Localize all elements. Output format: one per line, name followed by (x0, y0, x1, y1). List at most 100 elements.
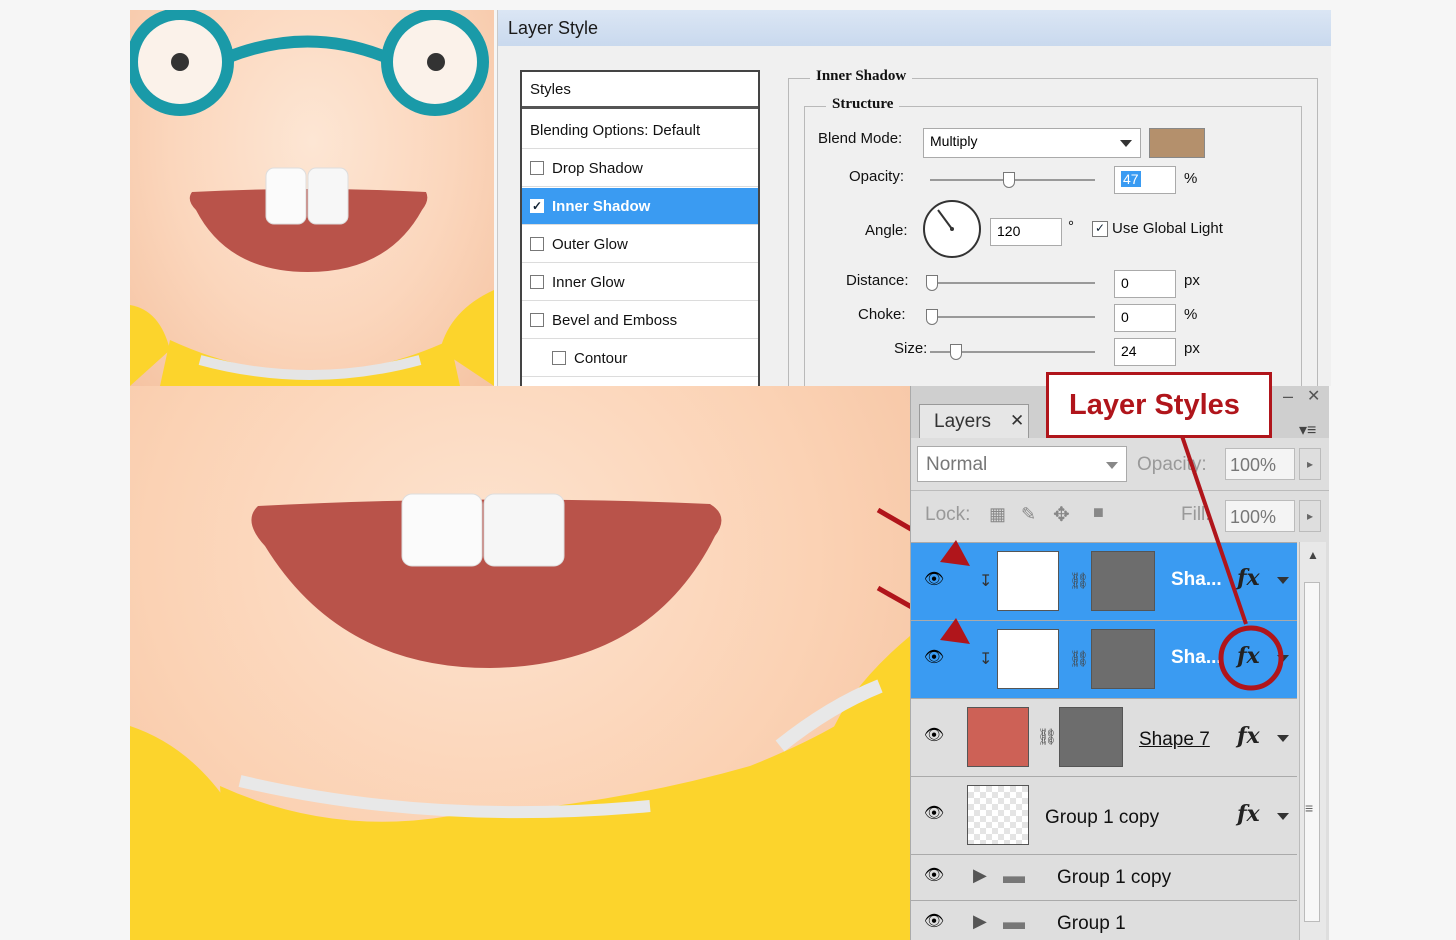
style-drop-shadow[interactable]: Drop Shadow (522, 150, 758, 187)
layer-row[interactable]: 👁 Group 1 copy fx (911, 776, 1297, 854)
tooth-right (307, 167, 349, 225)
callout-text: Layer Styles (1069, 389, 1240, 421)
fx-icon[interactable]: fx (1237, 723, 1260, 749)
opacity-input[interactable]: 47 (1114, 166, 1176, 194)
fill-flyout-arrow-icon[interactable]: ▸ (1299, 500, 1321, 532)
scroll-up-arrow-icon[interactable]: ▲ (1307, 548, 1319, 562)
size-slider-thumb[interactable] (950, 344, 962, 360)
angle-input[interactable]: 120 (990, 218, 1062, 246)
expand-triangle-icon[interactable]: ▶ (973, 865, 987, 886)
lock-all-icon[interactable]: ■ (1093, 502, 1104, 523)
expand-triangle-icon[interactable]: ▶ (973, 911, 987, 932)
blend-mode-select[interactable]: Multiply (923, 128, 1141, 158)
link-chain-icon[interactable]: ⛓ (1069, 649, 1089, 669)
layer-name[interactable]: Group 1 (1057, 913, 1126, 935)
layer-thumbnail[interactable] (967, 707, 1029, 767)
minimize-icon[interactable]: – (1283, 386, 1293, 407)
glasses-bridge (223, 35, 391, 64)
style-outer-glow[interactable]: Outer Glow (522, 226, 758, 263)
tooth-right-zoomed (483, 493, 565, 567)
layer-blend-mode-select[interactable]: Normal (917, 446, 1127, 482)
visibility-eye-icon[interactable]: 👁 (921, 805, 947, 823)
layer-thumbnail[interactable] (997, 551, 1059, 611)
style-bevel-emboss[interactable]: Bevel and Emboss (522, 302, 758, 339)
style-inner-glow[interactable]: Inner Glow (522, 264, 758, 301)
lock-position-icon[interactable]: ✥ (1053, 502, 1070, 527)
layer-name[interactable]: Group 1 copy (1045, 807, 1159, 829)
choke-slider-track[interactable] (930, 316, 1095, 318)
layer-mask-thumbnail[interactable] (1091, 629, 1155, 689)
distance-unit: px (1184, 272, 1200, 289)
link-chain-icon[interactable]: ⛓ (1069, 571, 1089, 591)
visibility-eye-icon[interactable]: 👁 (921, 867, 947, 885)
collar-trim-zoomed (238, 775, 651, 819)
close-icon[interactable]: ✕ (1010, 411, 1024, 431)
use-global-light[interactable]: ✓ Use Global Light (1092, 220, 1223, 237)
distance-slider-thumb[interactable] (926, 275, 938, 291)
use-global-light-checkbox[interactable]: ✓ (1092, 220, 1108, 237)
callout-pointer-line (1180, 436, 1284, 691)
scrollbar-thumb[interactable] (1304, 582, 1320, 922)
panel-menu-icon[interactable]: ▾≡ (1299, 420, 1316, 440)
visibility-eye-icon[interactable]: 👁 (921, 913, 947, 931)
layer-mask-thumbnail[interactable] (1059, 707, 1123, 767)
eye-left (171, 53, 189, 71)
inner-glow-checkbox[interactable] (530, 275, 544, 289)
fx-icon[interactable]: fx (1237, 801, 1260, 827)
chevron-down-icon (1120, 140, 1132, 147)
artwork-face-zoomed (130, 386, 910, 940)
distance-input[interactable]: 0 (1114, 270, 1176, 298)
layer-thumbnail[interactable] (997, 629, 1059, 689)
opacity-slider-thumb[interactable] (1003, 172, 1015, 188)
outer-glow-checkbox[interactable] (530, 237, 544, 251)
lock-paint-icon[interactable]: ✎ (1021, 504, 1036, 525)
styles-list: Styles Blending Options: Default Drop Sh… (520, 70, 760, 386)
contour-checkbox[interactable] (552, 351, 566, 365)
lock-transparency-icon[interactable]: ▦ (989, 504, 1006, 525)
chevron-down-icon (1106, 462, 1118, 469)
tooth-left (265, 167, 307, 225)
distance-slider-track[interactable] (930, 282, 1095, 284)
clipping-arrow-icon: ↧ (979, 651, 993, 668)
styles-header[interactable]: Styles (522, 72, 758, 109)
bevel-emboss-checkbox[interactable] (530, 313, 544, 327)
size-unit: px (1184, 340, 1200, 357)
style-inner-shadow[interactable]: ✓ Inner Shadow (522, 188, 758, 225)
dialog-titlebar[interactable]: Layer Style (498, 10, 1331, 46)
chevron-down-icon[interactable] (1277, 735, 1289, 742)
style-item-label: Blending Options: Default (530, 121, 701, 139)
angle-unit: ° (1068, 218, 1074, 235)
distance-label: Distance: (846, 272, 909, 289)
size-input[interactable]: 24 (1114, 338, 1176, 366)
close-panel-icon[interactable]: ✕ (1307, 386, 1320, 406)
angle-needle-icon (937, 209, 954, 231)
link-chain-icon[interactable]: ⛓ (1037, 727, 1057, 747)
style-blending-options[interactable]: Blending Options: Default (522, 112, 758, 149)
style-item-label: Outer Glow (552, 235, 628, 253)
blend-mode-label: Blend Mode: (818, 130, 903, 147)
style-item-label: Bevel and Emboss (552, 311, 678, 329)
layer-name[interactable]: Shape 7 (1139, 729, 1210, 751)
opacity-unit: % (1184, 170, 1198, 187)
layer-row[interactable]: 👁 ⛓ Shape 7 fx (911, 698, 1297, 776)
tab-layers-label: Layers (934, 411, 992, 432)
arrowheads (940, 540, 970, 644)
angle-dial[interactable] (923, 200, 981, 258)
choke-slider-thumb[interactable] (926, 309, 938, 325)
style-item-label: Inner Shadow (552, 197, 651, 215)
inner-shadow-checkbox[interactable]: ✓ (530, 199, 544, 213)
layer-row[interactable]: 👁 ▶ ▬ Group 1 copy (911, 854, 1297, 900)
layer-mask-thumbnail[interactable] (1091, 551, 1155, 611)
layer-row[interactable]: 👁 ▶ ▬ Group 1 (911, 900, 1297, 940)
layer-name[interactable]: Group 1 copy (1057, 867, 1171, 889)
chevron-down-icon[interactable] (1277, 813, 1289, 820)
opacity-flyout-arrow-icon[interactable]: ▸ (1299, 448, 1321, 480)
shadow-color-swatch[interactable] (1149, 128, 1205, 158)
layers-scrollbar[interactable]: ▲ ≡ (1299, 542, 1326, 940)
tab-layers[interactable]: Layers ✕ (919, 404, 1029, 438)
drop-shadow-checkbox[interactable] (530, 161, 544, 175)
choke-input[interactable]: 0 (1114, 304, 1176, 332)
style-contour[interactable]: Contour (522, 340, 758, 377)
layer-thumbnail[interactable] (967, 785, 1029, 845)
visibility-eye-icon[interactable]: 👁 (921, 727, 947, 745)
